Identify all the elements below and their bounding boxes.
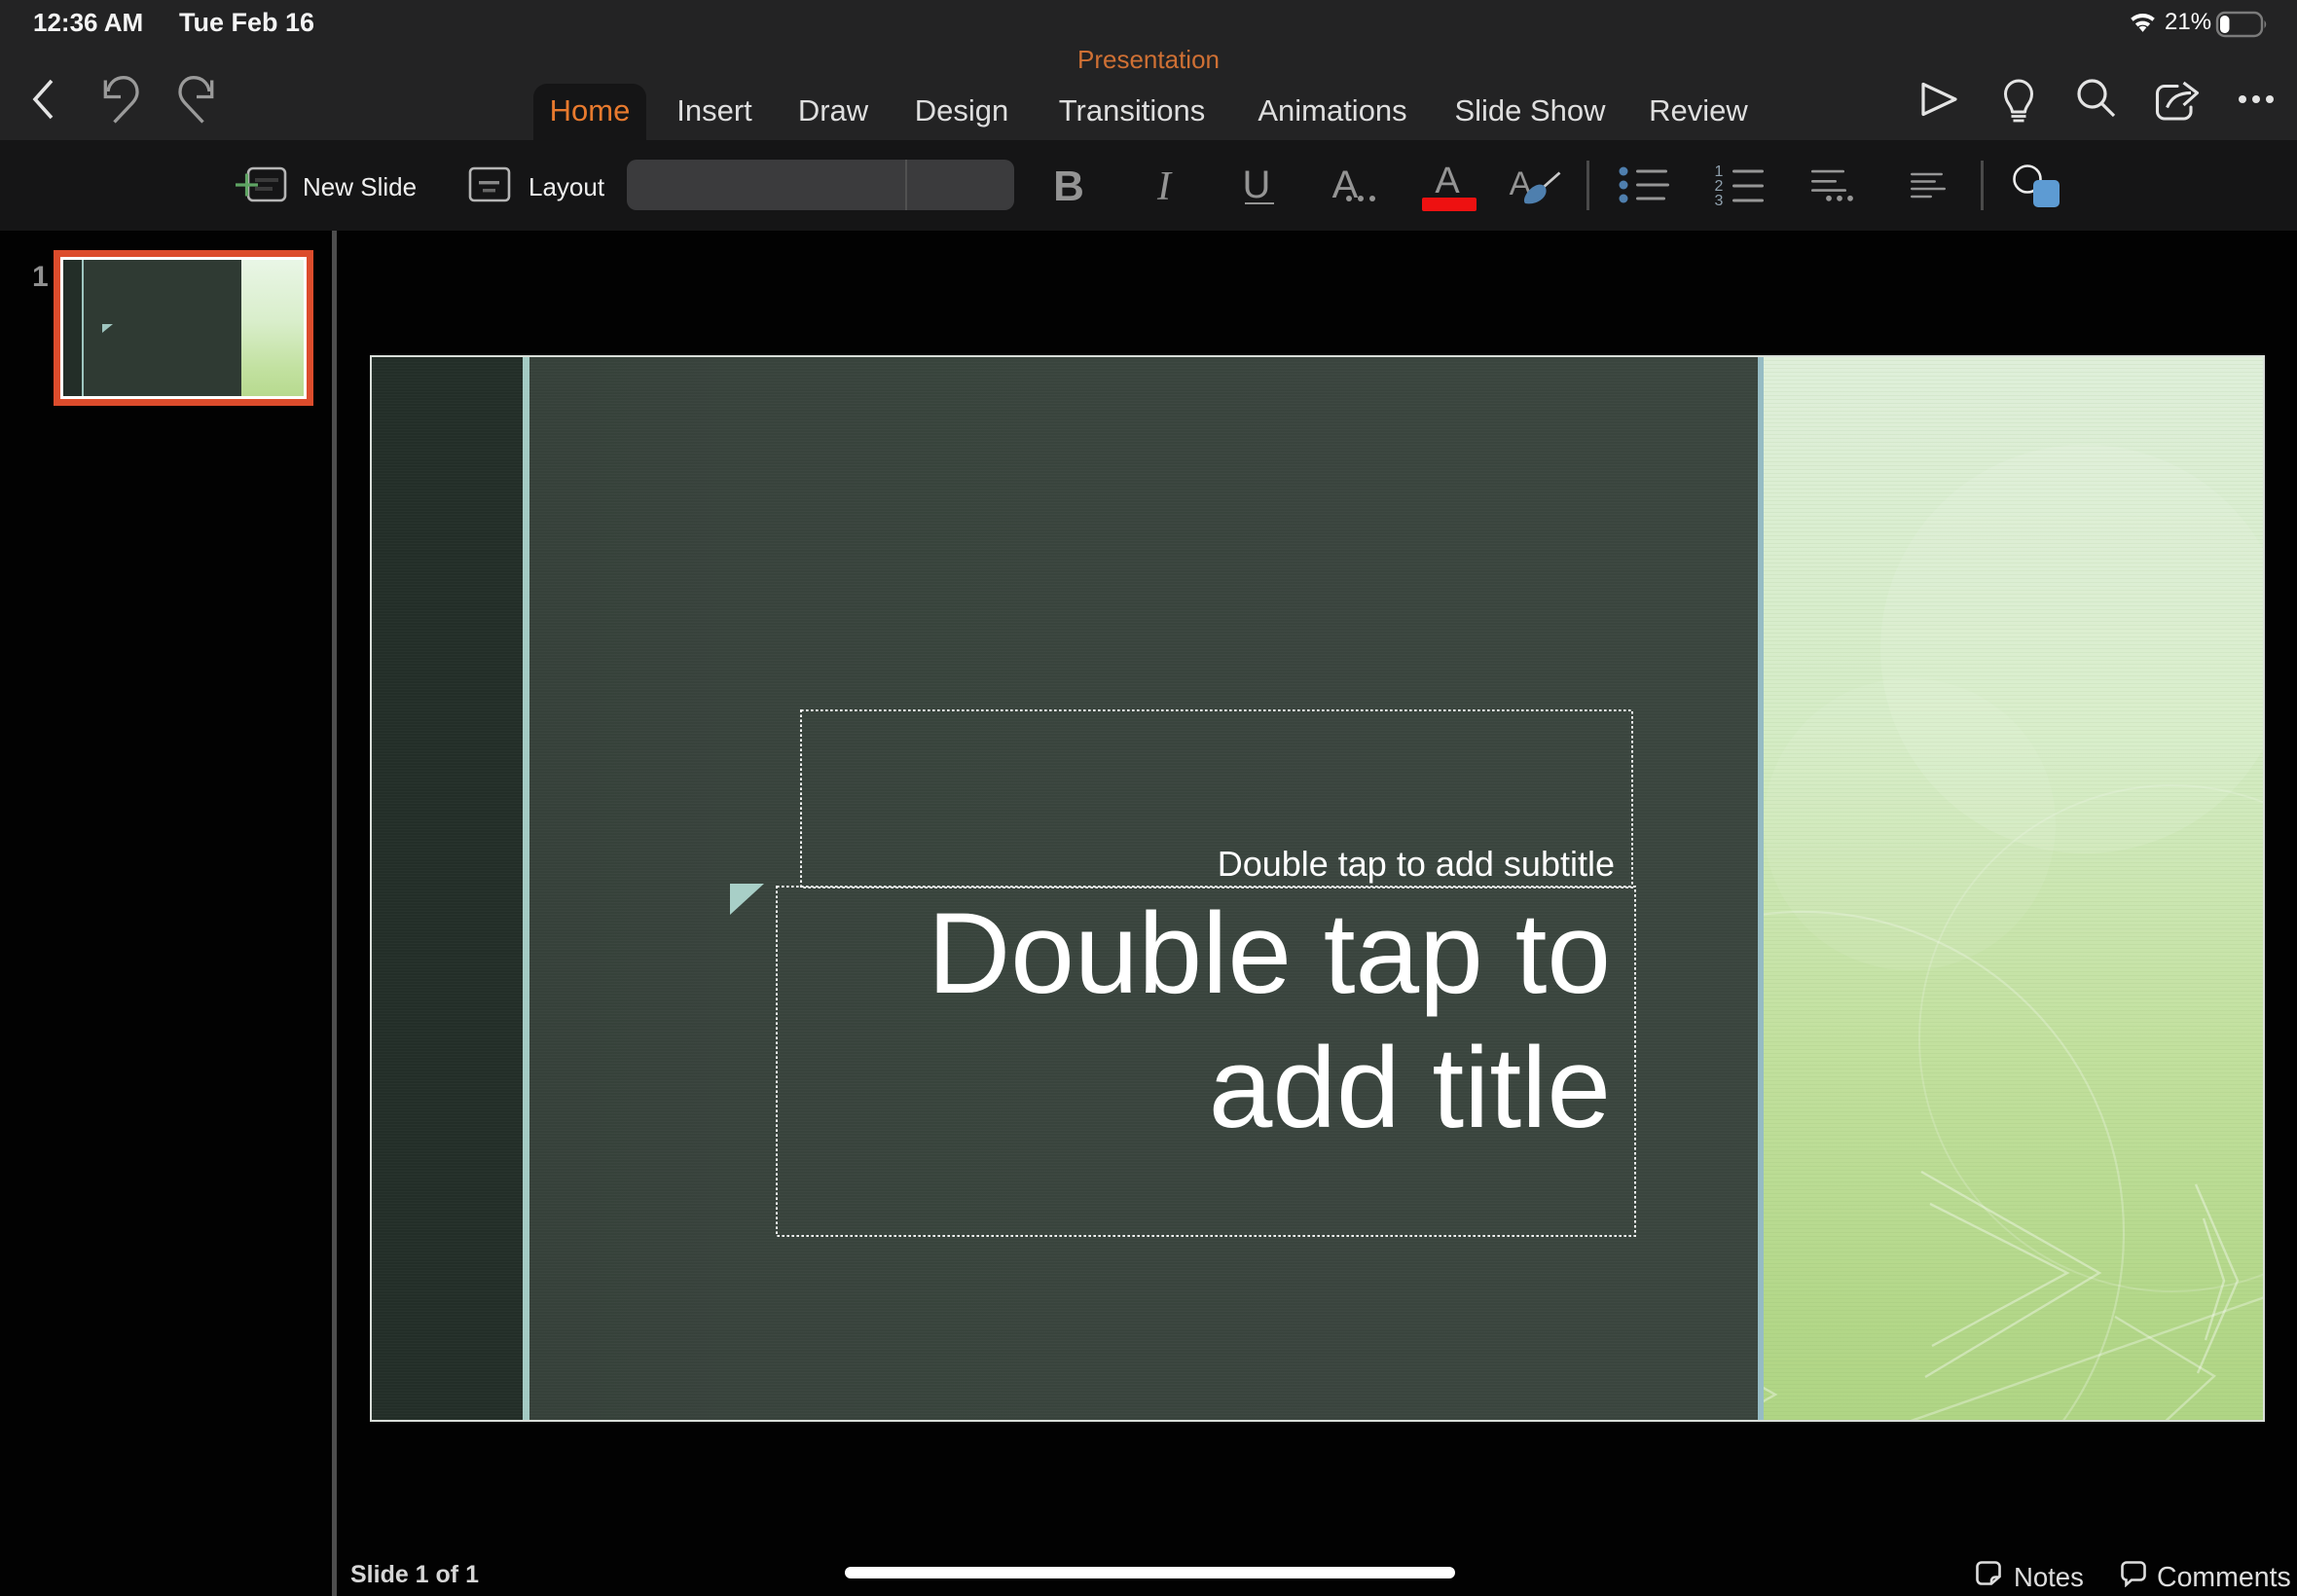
svg-text:3: 3 (1715, 193, 1724, 208)
